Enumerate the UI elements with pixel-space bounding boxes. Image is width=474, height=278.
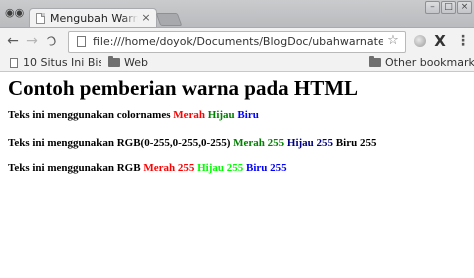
line-prefix: Teks ini menggunakan RGB(0-255,0-255,0-2…: [8, 137, 234, 149]
line-prefix: Teks ini menggunakan RGB: [8, 162, 144, 174]
page-icon: [77, 36, 86, 47]
tab-strip: ◉◉ Mengubah Warna Teks × – □ ×: [0, 0, 474, 29]
text-hijau-255: Hijau 255: [286, 137, 334, 149]
text-biru: Biru: [237, 109, 259, 121]
tab-active[interactable]: Mengubah Warna Teks ×: [29, 8, 157, 29]
url-text[interactable]: file:///home/doyok/Documents/BlogDoc/uba…: [93, 34, 383, 50]
text-merah: Merah: [173, 109, 206, 121]
reload-button[interactable]: C: [42, 31, 63, 52]
bookmark-page-icon: [10, 58, 18, 68]
menu-icon[interactable]: ⋮: [456, 32, 470, 50]
bookmark-folder-web[interactable]: Web: [124, 55, 148, 71]
tab-close-icon[interactable]: ×: [140, 11, 152, 25]
address-bar[interactable]: file:///home/doyok/Documents/BlogDoc/uba…: [68, 31, 406, 53]
text-line-rgb: Teks ini menggunakan RGB Merah 255 Hijau…: [8, 161, 287, 175]
other-bookmarks[interactable]: Other bookmarks: [385, 55, 474, 71]
text-biru-255: Biru 255: [245, 162, 287, 174]
bookmark-item[interactable]: 10 Situs Ini Bisa B: [23, 55, 101, 71]
page-heading: Contoh pemberian warna pada HTML: [8, 76, 359, 100]
browser-toolbar: ← → C file:///home/doyok/Documents/BlogD…: [0, 27, 474, 55]
bookmarks-bar: 10 Situs Ini Bisa B Web Other bookmarks: [0, 55, 474, 72]
text-line-colornames: Teks ini menggunakan colornames Merah Hi…: [8, 108, 259, 122]
new-tab-button[interactable]: [155, 13, 183, 26]
text-merah-255: Merah 255: [233, 137, 285, 149]
close-window-button[interactable]: ×: [457, 1, 472, 14]
tab-title: Mengubah Warna Teks: [50, 12, 138, 25]
page-content: Contoh pemberian warna pada HTML Teks in…: [0, 72, 474, 278]
extension-icon[interactable]: [414, 35, 426, 47]
back-button[interactable]: ←: [5, 33, 21, 49]
forward-button[interactable]: →: [24, 33, 40, 49]
text-hijau-255: Hijau 255: [197, 162, 244, 174]
folder-icon: [108, 56, 120, 67]
page-favicon-icon: [36, 13, 45, 24]
bookmark-star-icon[interactable]: ☆: [385, 33, 401, 49]
text-merah-255: Merah 255: [143, 162, 195, 174]
text-line-rgb-range: Teks ini menggunakan RGB(0-255,0-255,0-2…: [8, 136, 376, 150]
extension-x-icon[interactable]: X: [433, 32, 447, 50]
incognito-profile-icon[interactable]: ◉◉: [5, 6, 24, 20]
folder-icon: [369, 56, 381, 67]
text-hijau: Hijau: [207, 109, 235, 121]
minimize-button[interactable]: –: [425, 1, 440, 14]
maximize-button[interactable]: □: [441, 1, 456, 14]
text-biru-255: Biru 255: [335, 137, 377, 149]
line-prefix: Teks ini menggunakan colornames: [8, 109, 174, 121]
